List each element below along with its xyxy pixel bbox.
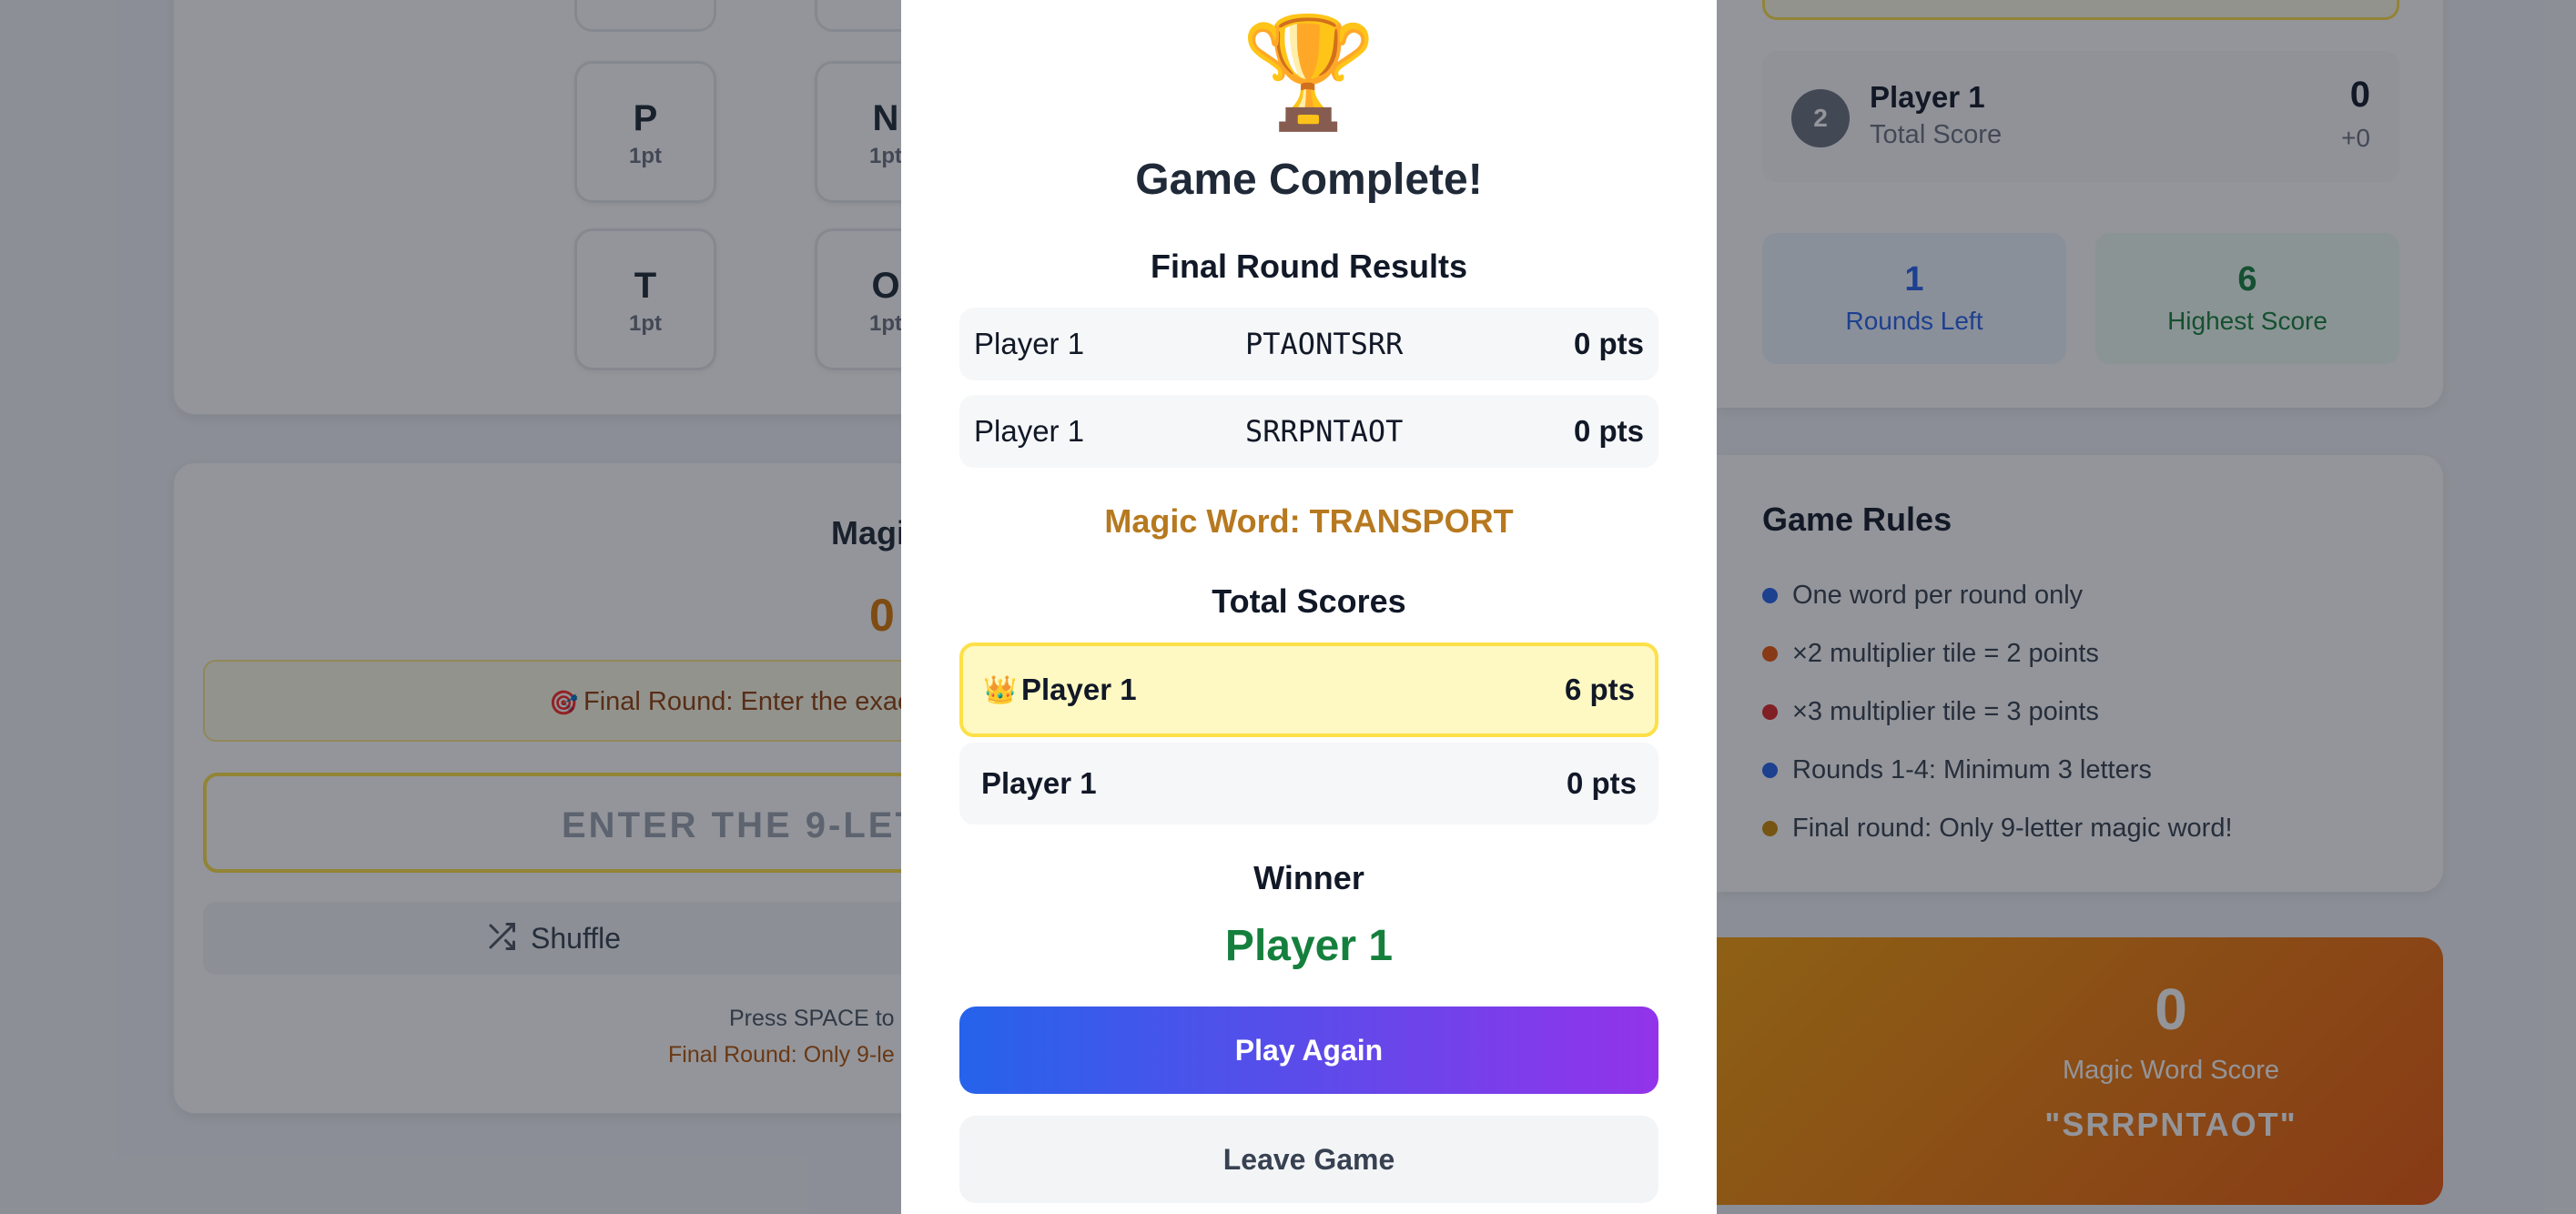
total-player: Player 1 [1021,673,1137,706]
game-complete-modal: 🏆 Game Complete! Final Round Results Pla… [901,0,1717,1214]
final-round-row: Player 1 PTAONTSRR 0 pts [959,308,1658,380]
final-round-row: Player 1 SRRPNTAOT 0 pts [959,395,1658,468]
leave-game-button[interactable]: Leave Game [959,1116,1658,1203]
result-player: Player 1 [974,414,1085,448]
total-points: 0 pts [1566,766,1637,800]
leave-game-label: Leave Game [1222,1142,1395,1176]
play-again-button[interactable]: Play Again [959,1007,1658,1094]
total-player: Player 1 [981,766,1097,800]
final-round-heading: Final Round Results [1150,248,1467,285]
result-player: Player 1 [974,327,1085,360]
result-word: SRRPNTAOT [1245,414,1404,449]
result-points: 0 pts [1573,414,1644,448]
winner-heading: Winner [1253,859,1364,896]
result-word: PTAONTSRR [1245,327,1404,361]
modal-title: Game Complete! [1135,156,1483,204]
winner-name: Player 1 [1224,922,1394,970]
play-again-label: Play Again [1234,1033,1384,1067]
total-points: 6 pts [1564,673,1635,706]
total-scores-heading: Total Scores [1212,582,1406,620]
total-score-row: Player 1 0 pts [959,743,1658,825]
magic-word-reveal: Magic Word: TRANSPORT [1104,502,1514,540]
total-score-row-leader: 👑 Player 1 6 pts [959,642,1658,737]
trophy-icon: 🏆 [1241,12,1377,134]
result-points: 0 pts [1573,327,1644,360]
crown-icon: 👑 [983,674,1018,705]
